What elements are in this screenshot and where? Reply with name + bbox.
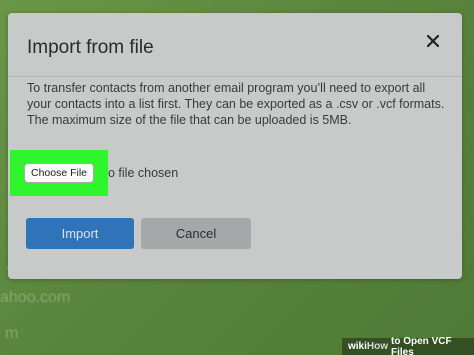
watermark-title: to Open VCF Files xyxy=(391,335,452,355)
wikihow-watermark: wiki How to Open VCF Files xyxy=(342,335,474,355)
cancel-button[interactable]: Cancel xyxy=(141,218,251,249)
dialog-divider xyxy=(8,76,462,77)
file-input: Choose File o file chosen xyxy=(10,150,178,196)
import-dialog: Import from file To transfer contacts fr… xyxy=(8,13,462,279)
watermark-wiki: wiki xyxy=(348,341,367,352)
close-icon xyxy=(427,35,439,47)
watermark-how: How xyxy=(366,341,389,352)
dialog-title: Import from file xyxy=(27,37,154,58)
import-button[interactable]: Import xyxy=(26,218,134,249)
close-button[interactable] xyxy=(422,30,444,52)
file-status: o file chosen xyxy=(108,166,179,180)
background-text: ahoo.com xyxy=(0,289,71,306)
choose-file-button[interactable]: Choose File xyxy=(24,163,94,183)
dialog-description: To transfer contacts from another email … xyxy=(27,81,445,127)
background-text: m xyxy=(5,325,19,342)
highlight-box: Choose File xyxy=(10,150,108,196)
